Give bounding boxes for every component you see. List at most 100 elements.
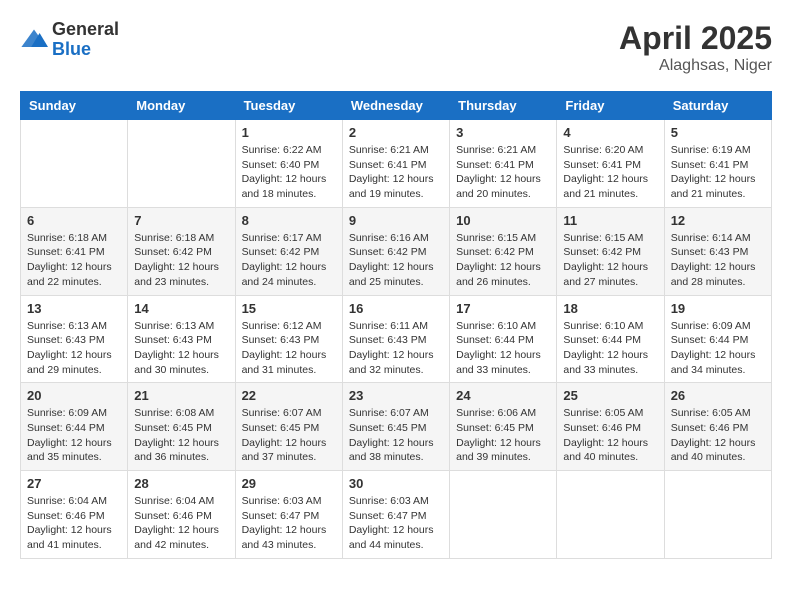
calendar-day-cell: 6Sunrise: 6:18 AM Sunset: 6:41 PM Daylig… xyxy=(21,207,128,295)
day-number: 13 xyxy=(27,301,121,316)
calendar-header: SundayMondayTuesdayWednesdayThursdayFrid… xyxy=(21,92,772,120)
day-info: Sunrise: 6:21 AM Sunset: 6:41 PM Dayligh… xyxy=(349,143,443,202)
day-info: Sunrise: 6:13 AM Sunset: 6:43 PM Dayligh… xyxy=(134,319,228,378)
calendar-day-cell: 25 Sunrise: 6:05 AM Sunset: 6:46 PM Dayli… xyxy=(557,383,664,471)
day-number: 22 xyxy=(242,388,336,403)
calendar-day-cell: 8 Sunrise: 6:17 AM Sunset: 6:42 PM Daylig… xyxy=(235,207,342,295)
day-number: 8 xyxy=(242,213,336,228)
month-title: April 2025 xyxy=(619,20,772,57)
calendar-day-cell: 13 Sunrise: 6:13 AM Sunset: 6:43 PM Dayli… xyxy=(21,295,128,383)
calendar-day-cell: 19 Sunrise: 6:09 AM Sunset: 6:44 PM Dayli… xyxy=(664,295,771,383)
day-number: 30 xyxy=(349,476,443,491)
day-number: 15 xyxy=(242,301,336,316)
day-number: 23 xyxy=(349,388,443,403)
day-number: 28 xyxy=(134,476,228,491)
day-info: Sunrise: 6:21 AM Sunset: 6:41 PM Dayligh… xyxy=(456,143,550,202)
day-number: 27 xyxy=(27,476,121,491)
day-info: Sunrise: 6:22 AM Sunset: 6:40 PM Dayligh… xyxy=(242,143,336,202)
day-number: 29 xyxy=(242,476,336,491)
calendar-week-row: 13 Sunrise: 6:13 AM Sunset: 6:43 PM Dayli… xyxy=(21,295,772,383)
day-number: 3 xyxy=(456,125,550,140)
calendar-day-cell: 27 Sunrise: 6:04 AM Sunset: 6:46 PM Dayli… xyxy=(21,471,128,559)
calendar-day-cell: 20Sunrise: 6:09 AM Sunset: 6:44 PM Dayli… xyxy=(21,383,128,471)
calendar-day-cell xyxy=(450,471,557,559)
calendar-day-cell: 18 Sunrise: 6:10 AM Sunset: 6:44 PM Dayli… xyxy=(557,295,664,383)
day-number: 19 xyxy=(671,301,765,316)
day-info: Sunrise: 6:05 AM Sunset: 6:46 PM Dayligh… xyxy=(563,406,657,465)
logo-icon xyxy=(20,26,48,54)
weekday-header: Sunday xyxy=(21,92,128,120)
day-info: Sunrise: 6:10 AM Sunset: 6:44 PM Dayligh… xyxy=(456,319,550,378)
calendar-week-row: 6Sunrise: 6:18 AM Sunset: 6:41 PM Daylig… xyxy=(21,207,772,295)
calendar-day-cell: 28 Sunrise: 6:04 AM Sunset: 6:46 PM Dayli… xyxy=(128,471,235,559)
calendar-day-cell: 26Sunrise: 6:05 AM Sunset: 6:46 PM Dayli… xyxy=(664,383,771,471)
calendar-day-cell: 4 Sunrise: 6:20 AM Sunset: 6:41 PM Daylig… xyxy=(557,120,664,208)
weekday-header: Tuesday xyxy=(235,92,342,120)
day-info: Sunrise: 6:03 AM Sunset: 6:47 PM Dayligh… xyxy=(349,494,443,553)
calendar-day-cell: 7 Sunrise: 6:18 AM Sunset: 6:42 PM Daylig… xyxy=(128,207,235,295)
calendar-day-cell: 29 Sunrise: 6:03 AM Sunset: 6:47 PM Dayli… xyxy=(235,471,342,559)
day-info: Sunrise: 6:07 AM Sunset: 6:45 PM Dayligh… xyxy=(349,406,443,465)
day-info: Sunrise: 6:15 AM Sunset: 6:42 PM Dayligh… xyxy=(563,231,657,290)
day-number: 4 xyxy=(563,125,657,140)
day-info: Sunrise: 6:17 AM Sunset: 6:42 PM Dayligh… xyxy=(242,231,336,290)
day-info: Sunrise: 6:09 AM Sunset: 6:44 PM Dayligh… xyxy=(671,319,765,378)
calendar-day-cell: 3 Sunrise: 6:21 AM Sunset: 6:41 PM Daylig… xyxy=(450,120,557,208)
logo-general-text: General xyxy=(52,20,119,40)
day-number: 5 xyxy=(671,125,765,140)
day-info: Sunrise: 6:19 AM Sunset: 6:41 PM Dayligh… xyxy=(671,143,765,202)
day-info: Sunrise: 6:08 AM Sunset: 6:45 PM Dayligh… xyxy=(134,406,228,465)
weekday-header: Wednesday xyxy=(342,92,449,120)
calendar-week-row: 1 Sunrise: 6:22 AM Sunset: 6:40 PM Daylig… xyxy=(21,120,772,208)
calendar-body: 1 Sunrise: 6:22 AM Sunset: 6:40 PM Daylig… xyxy=(21,120,772,559)
day-info: Sunrise: 6:16 AM Sunset: 6:42 PM Dayligh… xyxy=(349,231,443,290)
day-info: Sunrise: 6:20 AM Sunset: 6:41 PM Dayligh… xyxy=(563,143,657,202)
day-number: 20 xyxy=(27,388,121,403)
calendar-day-cell: 23 Sunrise: 6:07 AM Sunset: 6:45 PM Dayli… xyxy=(342,383,449,471)
calendar-day-cell: 24Sunrise: 6:06 AM Sunset: 6:45 PM Dayli… xyxy=(450,383,557,471)
day-info: Sunrise: 6:18 AM Sunset: 6:41 PM Dayligh… xyxy=(27,231,121,290)
day-info: Sunrise: 6:11 AM Sunset: 6:43 PM Dayligh… xyxy=(349,319,443,378)
day-number: 14 xyxy=(134,301,228,316)
day-number: 1 xyxy=(242,125,336,140)
calendar-day-cell: 1 Sunrise: 6:22 AM Sunset: 6:40 PM Daylig… xyxy=(235,120,342,208)
day-info: Sunrise: 6:06 AM Sunset: 6:45 PM Dayligh… xyxy=(456,406,550,465)
day-info: Sunrise: 6:14 AM Sunset: 6:43 PM Dayligh… xyxy=(671,231,765,290)
day-number: 11 xyxy=(563,213,657,228)
day-info: Sunrise: 6:10 AM Sunset: 6:44 PM Dayligh… xyxy=(563,319,657,378)
day-number: 7 xyxy=(134,213,228,228)
day-info: Sunrise: 6:15 AM Sunset: 6:42 PM Dayligh… xyxy=(456,231,550,290)
day-number: 18 xyxy=(563,301,657,316)
calendar-day-cell: 17 Sunrise: 6:10 AM Sunset: 6:44 PM Dayli… xyxy=(450,295,557,383)
calendar-day-cell xyxy=(557,471,664,559)
calendar-day-cell: 14 Sunrise: 6:13 AM Sunset: 6:43 PM Dayli… xyxy=(128,295,235,383)
location-title: Alaghsas, Niger xyxy=(619,57,772,75)
day-number: 25 xyxy=(563,388,657,403)
day-info: Sunrise: 6:13 AM Sunset: 6:43 PM Dayligh… xyxy=(27,319,121,378)
day-number: 26 xyxy=(671,388,765,403)
calendar-day-cell: 5 Sunrise: 6:19 AM Sunset: 6:41 PM Daylig… xyxy=(664,120,771,208)
day-info: Sunrise: 6:04 AM Sunset: 6:46 PM Dayligh… xyxy=(27,494,121,553)
logo-blue-text: Blue xyxy=(52,40,119,60)
day-info: Sunrise: 6:03 AM Sunset: 6:47 PM Dayligh… xyxy=(242,494,336,553)
page-header: General Blue April 2025 Alaghsas, Niger xyxy=(20,20,772,75)
weekday-header: Friday xyxy=(557,92,664,120)
calendar-day-cell: 15 Sunrise: 6:12 AM Sunset: 6:43 PM Dayli… xyxy=(235,295,342,383)
calendar-week-row: 20Sunrise: 6:09 AM Sunset: 6:44 PM Dayli… xyxy=(21,383,772,471)
calendar-day-cell: 9 Sunrise: 6:16 AM Sunset: 6:42 PM Daylig… xyxy=(342,207,449,295)
day-number: 17 xyxy=(456,301,550,316)
day-info: Sunrise: 6:04 AM Sunset: 6:46 PM Dayligh… xyxy=(134,494,228,553)
day-number: 10 xyxy=(456,213,550,228)
calendar-day-cell: 21Sunrise: 6:08 AM Sunset: 6:45 PM Dayli… xyxy=(128,383,235,471)
day-number: 9 xyxy=(349,213,443,228)
logo: General Blue xyxy=(20,20,119,60)
day-info: Sunrise: 6:12 AM Sunset: 6:43 PM Dayligh… xyxy=(242,319,336,378)
day-info: Sunrise: 6:18 AM Sunset: 6:42 PM Dayligh… xyxy=(134,231,228,290)
calendar-day-cell: 11 Sunrise: 6:15 AM Sunset: 6:42 PM Dayli… xyxy=(557,207,664,295)
day-number: 16 xyxy=(349,301,443,316)
calendar-day-cell xyxy=(21,120,128,208)
calendar-day-cell: 12Sunrise: 6:14 AM Sunset: 6:43 PM Dayli… xyxy=(664,207,771,295)
day-number: 2 xyxy=(349,125,443,140)
calendar-week-row: 27 Sunrise: 6:04 AM Sunset: 6:46 PM Dayli… xyxy=(21,471,772,559)
calendar-day-cell: 30 Sunrise: 6:03 AM Sunset: 6:47 PM Dayli… xyxy=(342,471,449,559)
